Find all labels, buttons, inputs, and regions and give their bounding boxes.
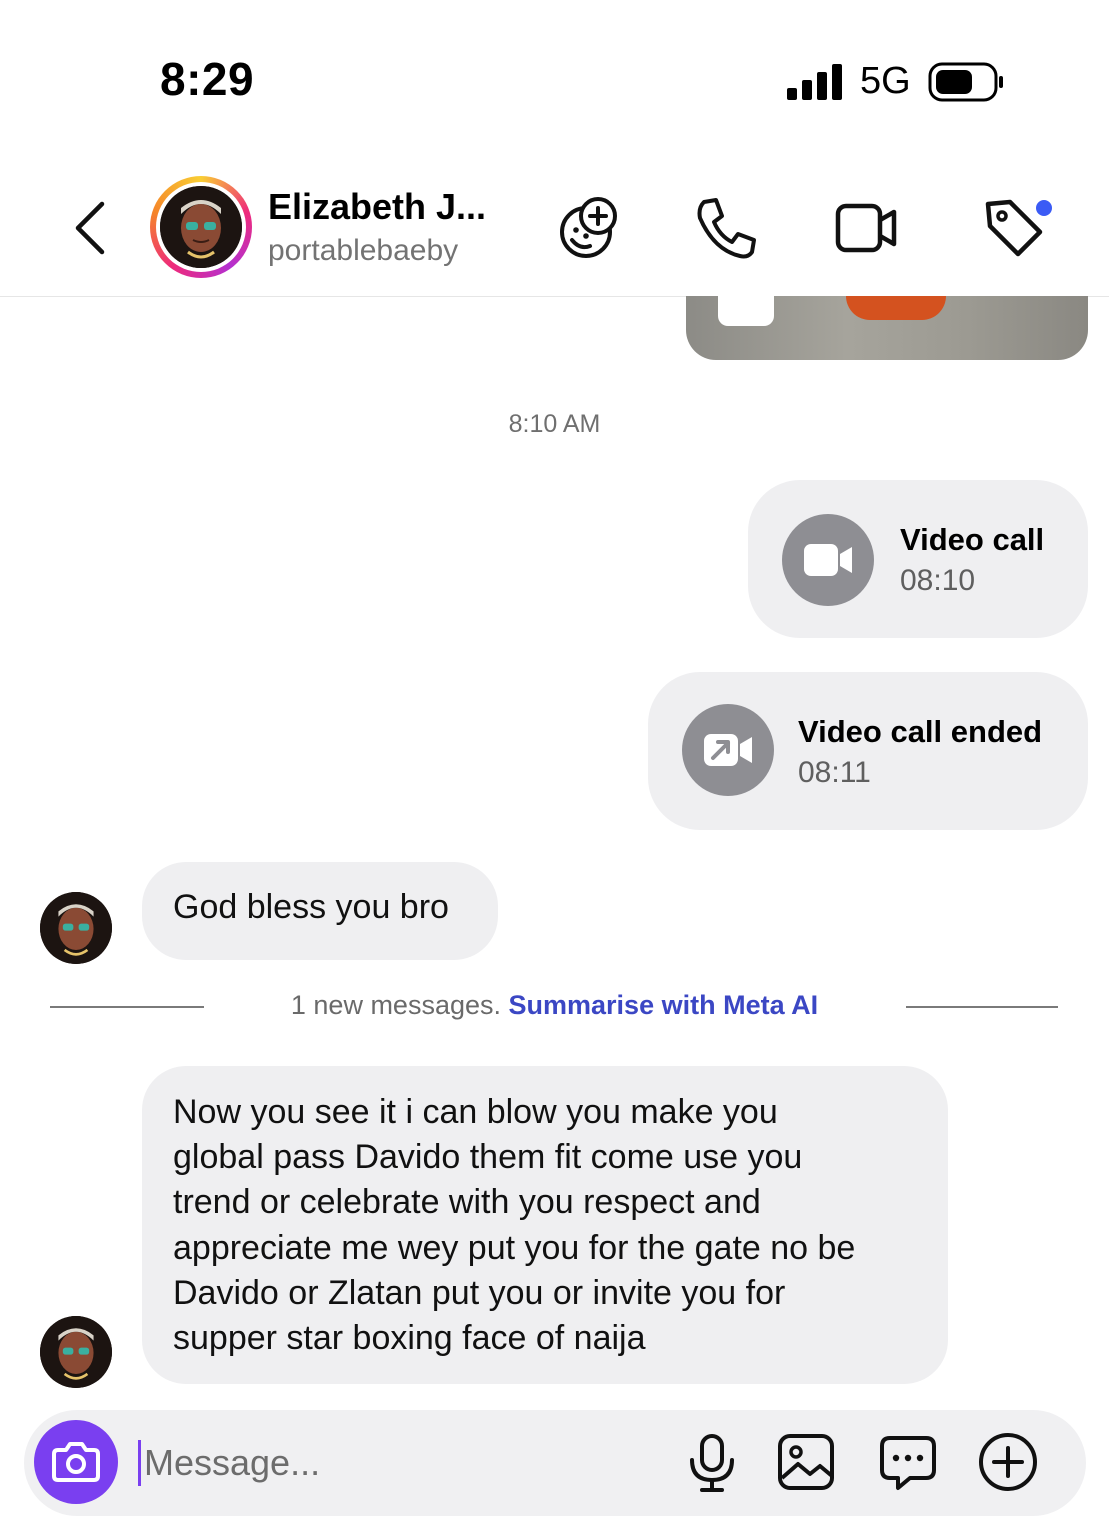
status-time: 8:29 (160, 53, 255, 105)
summarise-meta-ai-link[interactable]: Summarise with Meta AI (509, 990, 819, 1020)
call-time: 08:11 (798, 756, 871, 789)
battery-icon (928, 62, 1003, 102)
video-call-ended-bubble[interactable]: Video call ended 08:11 (648, 672, 1088, 830)
message-bubble[interactable]: Now you see it i can blow you make you g… (142, 1066, 948, 1384)
camera-button[interactable] (34, 1420, 118, 1504)
camera-icon (52, 1442, 100, 1482)
contact-name[interactable]: Elizabeth J... (268, 186, 486, 228)
shared-video-thumbnail[interactable] (686, 296, 1088, 360)
new-messages-banner: 1 new messages. Summarise with Meta AI (0, 990, 1109, 1021)
avatar-image (40, 1316, 112, 1388)
new-messages-text: 1 new messages. (290, 990, 501, 1020)
video-camera-icon (804, 544, 852, 576)
call-title: Video call ended (798, 714, 1043, 749)
sender-avatar[interactable] (40, 892, 112, 964)
message-text: Now you see it i can blow you make you g… (173, 1090, 855, 1361)
video-call-ended-icon (704, 734, 752, 766)
contact-username[interactable]: portablebaeby (268, 234, 458, 268)
avatar-image (160, 186, 242, 268)
gallery-icon[interactable] (774, 1430, 838, 1494)
video-camera-icon[interactable] (830, 192, 902, 264)
message-line: Davido or Zlatan put you or invite you f… (173, 1273, 786, 1312)
message-text: God bless you bro (173, 888, 449, 926)
message-line: supper star boxing face of naija (173, 1319, 646, 1358)
video-call-bubble[interactable]: Video call 08:10 (748, 480, 1088, 638)
contact-avatar[interactable] (150, 176, 252, 278)
video-call-circle (782, 514, 874, 606)
video-call-ended-circle (682, 704, 774, 796)
text-cursor (138, 1440, 141, 1486)
message-line: Now you see it i can blow you make you (173, 1093, 778, 1131)
phone-icon[interactable] (690, 192, 762, 264)
message-timestamp: 8:10 AM (508, 410, 601, 438)
plus-icon[interactable] (976, 1430, 1040, 1494)
avatar-image (40, 892, 112, 964)
message-line: trend or celebrate with you respect and (173, 1183, 761, 1222)
signal-icon (787, 64, 842, 100)
back-icon[interactable] (70, 200, 110, 256)
sender-avatar[interactable] (40, 1316, 112, 1388)
message-line: appreciate me wey put you for the gate n… (173, 1228, 856, 1267)
message-line: global pass Davido them fit come use you (173, 1138, 803, 1177)
message-bubble[interactable]: God bless you bro (142, 862, 498, 960)
tag-icon[interactable] (980, 192, 1052, 264)
sticker-chat-icon[interactable] (876, 1430, 940, 1494)
microphone-icon[interactable] (680, 1430, 744, 1494)
call-title: Video call (900, 522, 1045, 557)
add-sticker-icon[interactable] (554, 192, 626, 264)
message-input[interactable] (144, 1436, 664, 1490)
call-time: 08:10 (900, 564, 976, 597)
network-label: 5G (860, 60, 911, 102)
